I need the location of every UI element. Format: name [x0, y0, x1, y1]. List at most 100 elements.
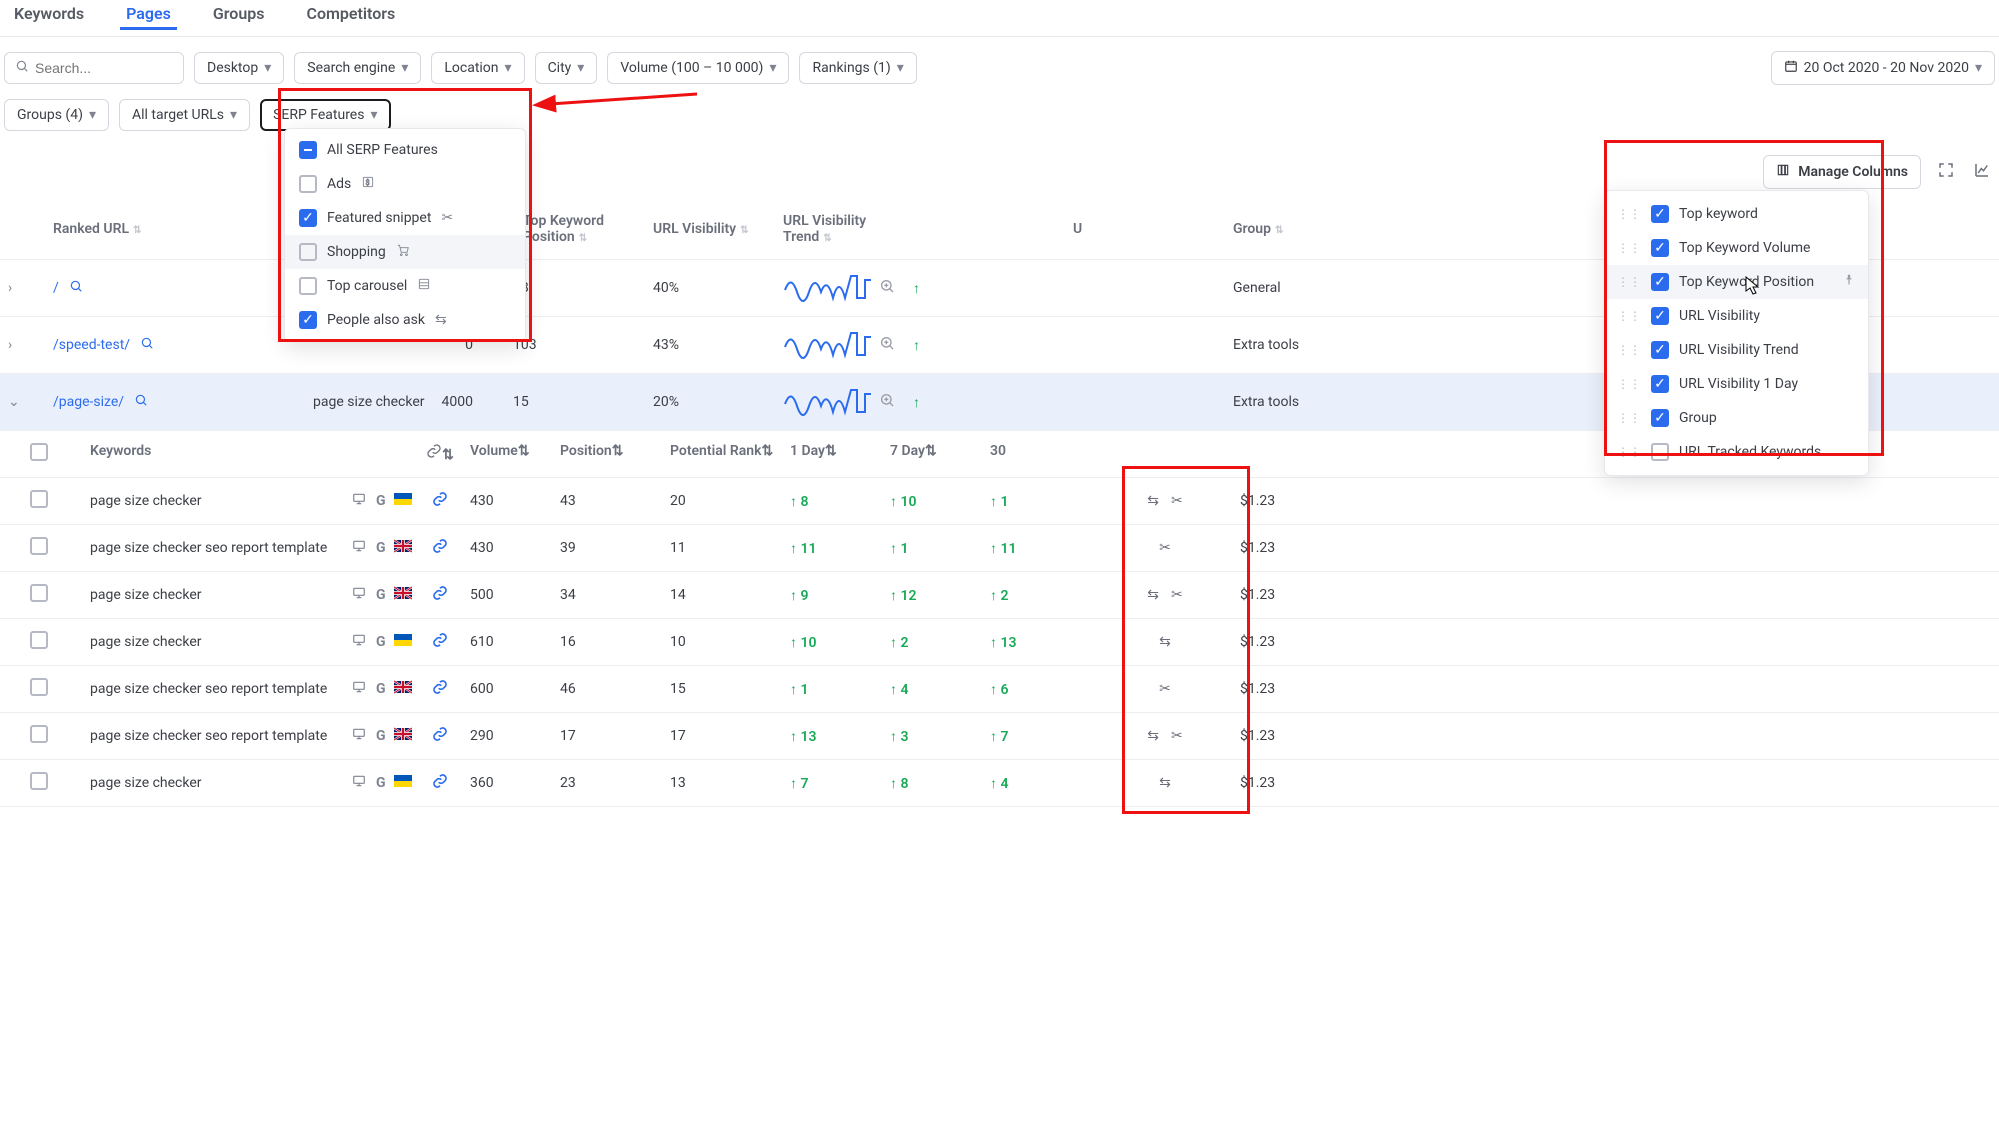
- serp-item-featured-snippet[interactable]: ✓Featured snippet✂: [285, 201, 525, 235]
- col-top-kw-position[interactable]: Top Keyword Position⇅: [523, 213, 653, 245]
- col-volume[interactable]: Volume⇅: [470, 443, 560, 465]
- filter-rankings[interactable]: Rankings (1)▾: [799, 52, 916, 84]
- filter-groups[interactable]: Groups (4)▾: [4, 99, 109, 131]
- checkbox-checked[interactable]: ✓: [1651, 341, 1669, 359]
- checkbox-checked[interactable]: ✓: [1651, 375, 1669, 393]
- url-link[interactable]: /speed-test/: [53, 337, 130, 353]
- column-toggle[interactable]: ⋮⋮URL Tracked Keywords: [1605, 435, 1868, 469]
- checkbox[interactable]: [299, 175, 317, 193]
- checkbox-checked[interactable]: ✓: [1651, 409, 1669, 427]
- serp-item-ads[interactable]: Ads$: [285, 167, 525, 201]
- expand-icon[interactable]: ›: [8, 280, 53, 296]
- col-url-visibility[interactable]: URL Visibility⇅: [653, 221, 783, 237]
- column-toggle[interactable]: ⋮⋮✓Top keyword: [1605, 197, 1868, 231]
- col-group[interactable]: Group⇅: [1233, 221, 1593, 237]
- filter-location[interactable]: Location▾: [431, 52, 524, 84]
- checkbox-checked[interactable]: ✓: [1651, 273, 1669, 291]
- magnify-icon[interactable]: [140, 336, 154, 354]
- checkbox[interactable]: [30, 537, 48, 555]
- col-potential-rank[interactable]: Potential Rank⇅: [670, 443, 790, 465]
- filter-volume[interactable]: Volume (100 – 10 000)▾: [607, 52, 789, 84]
- link-icon[interactable]: [432, 589, 448, 605]
- volume-value: 4000: [442, 394, 473, 410]
- manage-columns-popup[interactable]: ⋮⋮✓Top keyword ⋮⋮✓Top Keyword Volume ⋮⋮✓…: [1604, 190, 1869, 476]
- col-30day[interactable]: 30: [990, 443, 1090, 465]
- col-ranked-url[interactable]: Ranked URL⇅: [53, 221, 313, 237]
- url-link[interactable]: /: [53, 280, 59, 296]
- link-icon[interactable]: [432, 636, 448, 652]
- column-toggle[interactable]: ⋮⋮✓Group: [1605, 401, 1868, 435]
- link-icon[interactable]: [432, 730, 448, 746]
- chart-button[interactable]: [1971, 161, 1993, 183]
- expand-icon[interactable]: ›: [8, 337, 53, 353]
- search-input[interactable]: [35, 60, 173, 76]
- checkbox-indeterminate[interactable]: [299, 141, 317, 159]
- keyword-row[interactable]: page size checker G 430 43 20 ↑ 8 ↑ 10 ↑…: [0, 478, 1999, 525]
- keyword-row[interactable]: page size checker G 500 34 14 ↑ 9 ↑ 12 ↑…: [0, 572, 1999, 619]
- checkbox[interactable]: [30, 772, 48, 790]
- filter-serp-features[interactable]: SERP Features▾: [260, 99, 390, 131]
- checkbox-checked[interactable]: ✓: [1651, 205, 1669, 223]
- serp-item-people-also-ask[interactable]: ✓People also ask⇆: [285, 303, 525, 337]
- checkbox[interactable]: [30, 584, 48, 602]
- checkbox[interactable]: [30, 490, 48, 508]
- col-u[interactable]: U: [1073, 221, 1233, 237]
- checkbox[interactable]: [30, 678, 48, 696]
- keyword-row[interactable]: page size checker G 610 16 10 ↑ 10 ↑ 2 ↑…: [0, 619, 1999, 666]
- checkbox[interactable]: [299, 243, 317, 261]
- link-icon[interactable]: [432, 495, 448, 511]
- column-toggle[interactable]: ⋮⋮✓Top Keyword Position: [1605, 265, 1868, 299]
- column-toggle[interactable]: ⋮⋮✓Top Keyword Volume: [1605, 231, 1868, 265]
- flag-icon: [394, 492, 412, 510]
- keyword-row[interactable]: page size checker G 360 23 13 ↑ 7 ↑ 8 ↑ …: [0, 760, 1999, 807]
- checkbox-checked[interactable]: ✓: [299, 209, 317, 227]
- pin-icon[interactable]: [1842, 273, 1856, 291]
- serp-features-dropdown[interactable]: All SERP Features Ads$ ✓Featured snippet…: [284, 128, 526, 342]
- keyword-text: page size checker seo report template: [90, 681, 350, 697]
- column-toggle[interactable]: ⋮⋮✓URL Visibility: [1605, 299, 1868, 333]
- magnify-icon[interactable]: [879, 392, 895, 412]
- tab-groups[interactable]: Groups: [207, 0, 271, 30]
- fullscreen-button[interactable]: [1935, 161, 1957, 183]
- checkbox[interactable]: [1651, 443, 1669, 461]
- column-toggle[interactable]: ⋮⋮✓URL Visibility Trend: [1605, 333, 1868, 367]
- checkbox-checked[interactable]: ✓: [299, 311, 317, 329]
- col-position[interactable]: Position⇅: [560, 443, 670, 465]
- serp-item-all[interactable]: All SERP Features: [285, 133, 525, 167]
- keyword-row[interactable]: page size checker seo report template G …: [0, 525, 1999, 572]
- magnify-icon[interactable]: [879, 335, 895, 355]
- checkbox-checked[interactable]: ✓: [1651, 307, 1669, 325]
- col-keywords[interactable]: Keywords: [90, 443, 350, 465]
- filter-city[interactable]: City▾: [535, 52, 598, 84]
- keyword-row[interactable]: page size checker seo report template G …: [0, 713, 1999, 760]
- expand-icon[interactable]: ⌄: [8, 394, 53, 410]
- magnify-icon[interactable]: [69, 279, 83, 297]
- serp-item-top-carousel[interactable]: Top carousel: [285, 269, 525, 303]
- filter-target-urls[interactable]: All target URLs▾: [119, 99, 250, 131]
- col-7day[interactable]: 7 Day⇅: [890, 443, 990, 465]
- column-toggle[interactable]: ⋮⋮✓URL Visibility 1 Day: [1605, 367, 1868, 401]
- filter-device[interactable]: Desktop▾: [194, 52, 284, 84]
- filter-search-engine[interactable]: Search engine▾: [294, 52, 421, 84]
- link-icon[interactable]: [432, 542, 448, 558]
- col-url-visibility-trend[interactable]: URL Visibility Trend⇅: [783, 213, 913, 245]
- tab-keywords[interactable]: Keywords: [8, 0, 90, 30]
- link-icon[interactable]: [432, 683, 448, 699]
- magnify-icon[interactable]: [134, 393, 148, 411]
- url-link[interactable]: /page-size/: [53, 394, 124, 410]
- checkbox-all[interactable]: [30, 443, 48, 461]
- checkbox[interactable]: [30, 725, 48, 743]
- serp-item-shopping[interactable]: Shopping: [285, 235, 525, 269]
- magnify-icon[interactable]: [879, 278, 895, 298]
- tab-competitors[interactable]: Competitors: [300, 0, 401, 30]
- keyword-row[interactable]: page size checker seo report template G …: [0, 666, 1999, 713]
- search-input-wrap[interactable]: [4, 52, 184, 84]
- checkbox[interactable]: [30, 631, 48, 649]
- checkbox-checked[interactable]: ✓: [1651, 239, 1669, 257]
- col-1day[interactable]: 1 Day⇅: [790, 443, 890, 465]
- manage-columns-button[interactable]: Manage Columns: [1763, 155, 1921, 189]
- link-icon[interactable]: [432, 777, 448, 793]
- checkbox[interactable]: [299, 277, 317, 295]
- tab-pages[interactable]: Pages: [120, 0, 177, 30]
- date-range-picker[interactable]: 20 Oct 2020 - 20 Nov 2020▾: [1771, 51, 1995, 85]
